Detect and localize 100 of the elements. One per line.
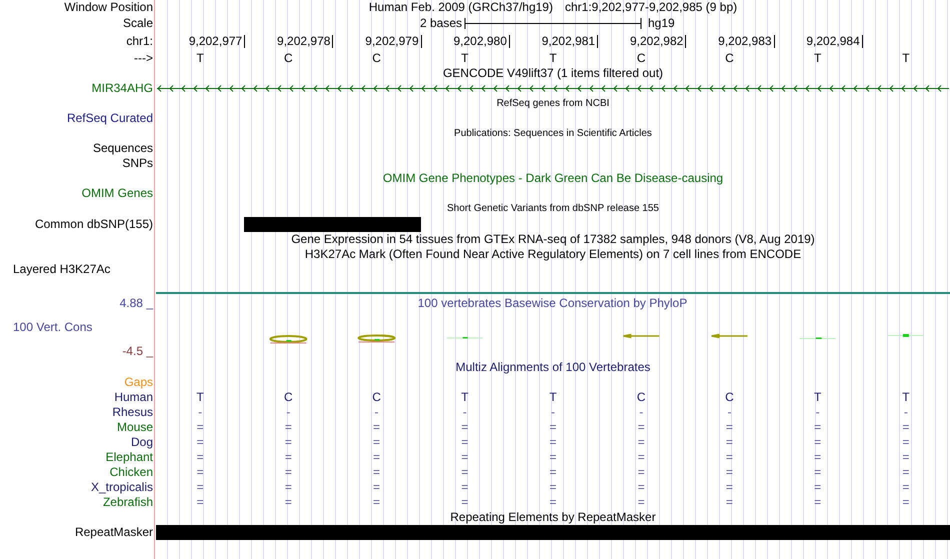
base-letter: C	[372, 51, 381, 66]
base-letter: T	[549, 51, 557, 66]
track-label: 100 Vert. Cons	[12, 318, 94, 336]
alignment-base: -	[374, 405, 379, 420]
alignment-base: =	[196, 450, 204, 465]
track-title: Multiz Alignments of 100 Vertebrates	[456, 360, 650, 375]
alignment-base: =	[726, 480, 733, 495]
alignment-base: =	[902, 495, 910, 510]
alignment-base: =	[461, 450, 468, 465]
track-label: MIR34AHG	[90, 81, 154, 96]
alignment-base: =	[373, 495, 380, 510]
alignment-base: -	[286, 405, 290, 420]
base-letter: C	[636, 51, 646, 66]
assembly-label: hg19	[647, 16, 675, 31]
assembly-text: Human Feb. 2009 (GRCh37/hg19)	[368, 0, 553, 15]
alignment-base: T	[461, 390, 468, 405]
track-title: RefSeq genes from NCBI	[496, 97, 610, 111]
base-letter: C	[725, 51, 734, 66]
alignment-base: -	[198, 405, 202, 420]
track-label: Gaps	[123, 375, 154, 390]
alignment-base: T	[814, 390, 822, 405]
coordinate-label: 9,202,977	[188, 35, 246, 48]
track-title: Publications: Sequences in Scientific Articles	[454, 127, 652, 141]
track-title: Repeating Elements by RepeatMasker	[450, 510, 656, 525]
position-text: chr1:9,202,977-9,202,985 (9 bp)	[564, 0, 738, 15]
row-label: Window Position	[63, 0, 154, 15]
track-title: Short Genetic Variants from dbSNP release 155	[447, 202, 659, 216]
base-letter: T	[902, 51, 910, 66]
track-label: Common dbSNP(155)	[34, 216, 154, 232]
alignment-base: C	[636, 390, 646, 405]
track-label: Rhesus	[111, 405, 154, 420]
alignment-base: =	[373, 450, 380, 465]
track-title: H3K27Ac Mark (Often Found Near Active Regulatory Elements) on 7 cell lines from ENCODE	[304, 247, 802, 262]
alignment-base: =	[902, 450, 910, 465]
alignment-base: =	[373, 435, 380, 450]
alignment-base: =	[373, 465, 380, 480]
alignment-base: =	[461, 465, 468, 480]
alignment-base: =	[814, 495, 822, 510]
alignment-base: =	[638, 435, 645, 450]
alignment-base: =	[814, 420, 822, 435]
alignment-base: =	[549, 465, 556, 480]
alignment-base: =	[726, 450, 733, 465]
alignment-base: =	[373, 480, 380, 495]
alignment-base: =	[902, 465, 910, 480]
track-label: Sequences	[92, 141, 154, 156]
track-label: Human	[113, 390, 154, 405]
alignment-base: C	[372, 390, 381, 405]
track-label: Elephant	[104, 450, 154, 465]
alignment-base: =	[814, 465, 822, 480]
base-letter: T	[461, 51, 468, 66]
alignment-base: =	[461, 480, 468, 495]
track-label: RepeatMasker	[74, 525, 154, 540]
alignment-base: =	[726, 435, 733, 450]
alignment-base: =	[814, 480, 822, 495]
row-label: --->	[133, 51, 154, 66]
axis-min-label: -4.5 _	[122, 342, 154, 360]
track-label: RefSeq Curated	[66, 111, 154, 126]
alignment-base: =	[638, 450, 645, 465]
alignment-base: =	[638, 480, 645, 495]
alignment-base: -	[462, 405, 467, 420]
alignment-base: =	[726, 420, 733, 435]
alignment-base: =	[196, 420, 204, 435]
track-title: OMIM Gene Phenotypes - Dark Green Can Be Disease-causing	[382, 171, 724, 186]
alignment-base: =	[284, 435, 292, 450]
coordinate-label: 9,202,982	[630, 35, 686, 48]
track-label: Mouse	[116, 420, 154, 435]
track-title: Gene Expression in 54 tissues from GTEx RNA-seq of 17382 samples, 948 donors (V8, Aug 2019)	[291, 232, 815, 247]
track-title: 100 vertebrates Basewise Conservation by PhyloP	[418, 295, 688, 312]
alignment-base: =	[461, 435, 468, 450]
alignment-base: =	[461, 420, 468, 435]
coordinate-label: 9,202,980	[453, 35, 510, 48]
track-label: Layered H3K27Ac	[12, 262, 112, 278]
alignment-base: =	[284, 495, 292, 510]
alignment-base: C	[284, 390, 293, 405]
track-label: Chicken	[108, 465, 154, 480]
alignment-base: -	[550, 405, 555, 420]
scale-text: 2 bases	[420, 16, 463, 31]
alignment-base: -	[639, 405, 644, 420]
alignment-base: -	[816, 405, 820, 420]
alignment-base: =	[549, 495, 556, 510]
alignment-base: =	[549, 420, 556, 435]
alignment-base: T	[902, 390, 910, 405]
alignment-base: =	[814, 435, 822, 450]
alignment-base: =	[461, 495, 468, 510]
alignment-base: -	[904, 405, 908, 420]
track-label: Zebrafish	[102, 495, 154, 510]
alignment-base: T	[549, 390, 557, 405]
alignment-base: =	[549, 450, 556, 465]
alignment-base: C	[725, 390, 734, 405]
alignment-base: =	[284, 465, 292, 480]
alignment-base: =	[196, 495, 204, 510]
base-letter: T	[196, 51, 204, 66]
alignment-base: =	[902, 420, 910, 435]
alignment-base: =	[638, 420, 645, 435]
alignment-base: =	[196, 465, 204, 480]
alignment-base: =	[549, 435, 556, 450]
track-label: X_tropicalis	[90, 480, 154, 495]
alignment-base: =	[373, 420, 380, 435]
alignment-base: =	[638, 495, 645, 510]
track-label: SNPs	[121, 156, 154, 171]
